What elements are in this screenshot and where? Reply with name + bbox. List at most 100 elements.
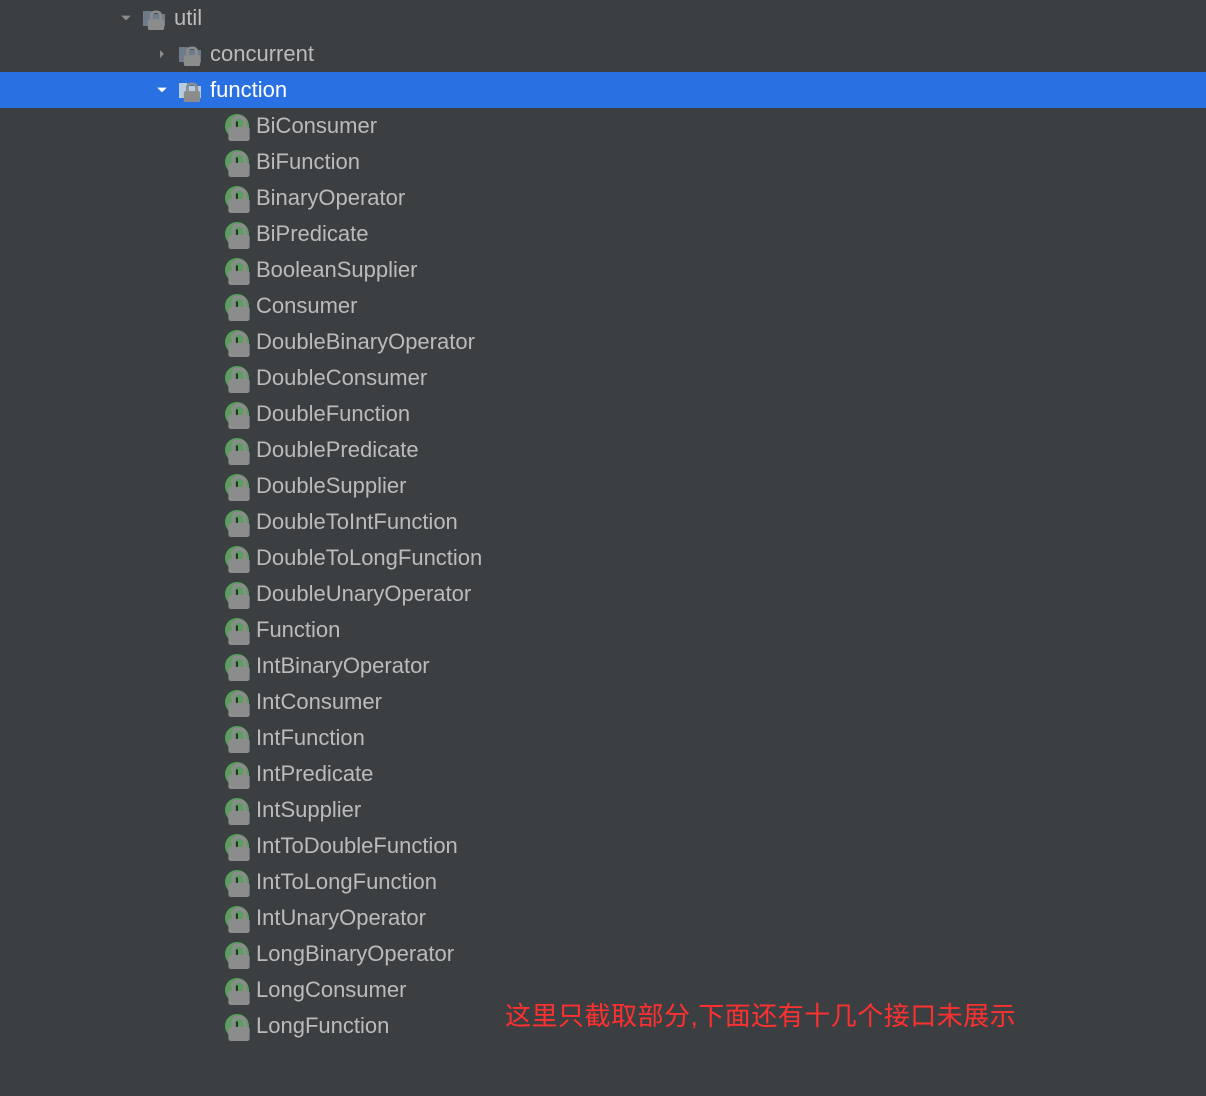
- lock-icon: [226, 223, 252, 249]
- tree-interface-item[interactable]: DoubleToLongFunction: [0, 540, 1206, 576]
- interface-icon: [224, 725, 250, 751]
- lock-icon: [226, 763, 252, 789]
- interface-icon: [224, 617, 250, 643]
- lock-icon: [226, 403, 252, 429]
- tree-item-label: IntFunction: [256, 725, 365, 751]
- tree-item-label: Function: [256, 617, 340, 643]
- tree-interface-item[interactable]: BooleanSupplier: [0, 252, 1206, 288]
- lock-icon: [226, 151, 252, 177]
- interface-icon: [224, 833, 250, 859]
- tree-interface-item[interactable]: IntUnaryOperator: [0, 900, 1206, 936]
- lock-icon: [226, 187, 252, 213]
- tree-interface-item[interactable]: DoubleFunction: [0, 396, 1206, 432]
- tree-item-label: BiPredicate: [256, 221, 369, 247]
- interface-icon: [224, 941, 250, 967]
- tree-item-label: DoublePredicate: [256, 437, 419, 463]
- tree-interface-item[interactable]: DoubleUnaryOperator: [0, 576, 1206, 612]
- tree-item-label: LongFunction: [256, 1013, 389, 1039]
- interface-icon: [224, 545, 250, 571]
- tree-item-label: LongConsumer: [256, 977, 406, 1003]
- tree-interface-item[interactable]: IntToLongFunction: [0, 864, 1206, 900]
- tree-interface-item[interactable]: BiFunction: [0, 144, 1206, 180]
- lock-icon: [226, 115, 252, 141]
- lock-icon: [180, 46, 204, 66]
- tree-item-label: function: [210, 77, 287, 103]
- tree-item-label: IntConsumer: [256, 689, 382, 715]
- tree-item-label: Consumer: [256, 293, 357, 319]
- interface-icon: [224, 401, 250, 427]
- lock-icon: [226, 943, 252, 969]
- tree-interface-item[interactable]: IntConsumer: [0, 684, 1206, 720]
- lock-icon: [226, 475, 252, 501]
- tree-interface-item[interactable]: BinaryOperator: [0, 180, 1206, 216]
- tree-item-label: concurrent: [210, 41, 314, 67]
- lock-icon: [226, 655, 252, 681]
- lock-icon: [226, 691, 252, 717]
- tree-item-label: util: [174, 5, 202, 31]
- interface-icon: [224, 113, 250, 139]
- interface-icon: [224, 761, 250, 787]
- package-icon: [178, 80, 202, 100]
- tree-item-label: IntBinaryOperator: [256, 653, 430, 679]
- interface-icon: [224, 509, 250, 535]
- tree-item-label: LongBinaryOperator: [256, 941, 454, 967]
- lock-icon: [226, 511, 252, 537]
- tree-item-label: IntSupplier: [256, 797, 361, 823]
- lock-icon: [226, 619, 252, 645]
- project-tree: util concurrent function BiConsumer BiFun…: [0, 0, 1206, 1044]
- tree-item-label: BooleanSupplier: [256, 257, 417, 283]
- tree-interface-item[interactable]: IntToDoubleFunction: [0, 828, 1206, 864]
- interface-icon: [224, 689, 250, 715]
- lock-icon: [226, 439, 252, 465]
- lock-icon: [144, 10, 168, 30]
- tree-interface-item[interactable]: BiPredicate: [0, 216, 1206, 252]
- tree-interface-item[interactable]: Consumer: [0, 288, 1206, 324]
- interface-icon: [224, 437, 250, 463]
- tree-interface-item[interactable]: DoubleSupplier: [0, 468, 1206, 504]
- interface-icon: [224, 581, 250, 607]
- interface-icon: [224, 221, 250, 247]
- tree-interface-item[interactable]: DoubleConsumer: [0, 360, 1206, 396]
- interface-icon: [224, 1013, 250, 1039]
- tree-item-label: DoubleFunction: [256, 401, 410, 427]
- tree-interface-item[interactable]: DoublePredicate: [0, 432, 1206, 468]
- interface-icon: [224, 977, 250, 1003]
- tree-item-label: IntPredicate: [256, 761, 373, 787]
- tree-folder-concurrent[interactable]: concurrent: [0, 36, 1206, 72]
- lock-icon: [226, 835, 252, 861]
- tree-folder-util[interactable]: util: [0, 0, 1206, 36]
- tree-item-label: BinaryOperator: [256, 185, 405, 211]
- interface-icon: [224, 905, 250, 931]
- tree-interface-item[interactable]: DoubleBinaryOperator: [0, 324, 1206, 360]
- lock-icon: [226, 367, 252, 393]
- tree-item-label: BiFunction: [256, 149, 360, 175]
- tree-interface-item[interactable]: IntSupplier: [0, 792, 1206, 828]
- tree-folder-function[interactable]: function: [0, 72, 1206, 108]
- tree-item-label: IntUnaryOperator: [256, 905, 426, 931]
- lock-icon: [226, 799, 252, 825]
- interface-icon: [224, 293, 250, 319]
- tree-item-label: DoubleUnaryOperator: [256, 581, 471, 607]
- tree-interface-item[interactable]: Function: [0, 612, 1206, 648]
- lock-icon: [226, 259, 252, 285]
- interface-icon: [224, 797, 250, 823]
- tree-interface-item[interactable]: BiConsumer: [0, 108, 1206, 144]
- package-icon: [142, 8, 166, 28]
- lock-icon: [226, 871, 252, 897]
- interface-icon: [224, 869, 250, 895]
- tree-interface-item[interactable]: IntPredicate: [0, 756, 1206, 792]
- tree-item-label: DoubleToLongFunction: [256, 545, 482, 571]
- tree-item-label: DoubleConsumer: [256, 365, 427, 391]
- tree-interface-item[interactable]: IntFunction: [0, 720, 1206, 756]
- lock-icon: [180, 82, 204, 102]
- tree-interface-item[interactable]: DoubleToIntFunction: [0, 504, 1206, 540]
- interface-icon: [224, 329, 250, 355]
- collapse-arrow-icon: [154, 46, 170, 62]
- interface-list: BiConsumer BiFunction BinaryOperator BiPred…: [0, 108, 1206, 1044]
- tree-interface-item[interactable]: IntBinaryOperator: [0, 648, 1206, 684]
- lock-icon: [226, 1015, 252, 1041]
- lock-icon: [226, 907, 252, 933]
- tree-item-label: DoubleToIntFunction: [256, 509, 458, 535]
- expand-arrow-icon: [118, 10, 134, 26]
- tree-interface-item[interactable]: LongBinaryOperator: [0, 936, 1206, 972]
